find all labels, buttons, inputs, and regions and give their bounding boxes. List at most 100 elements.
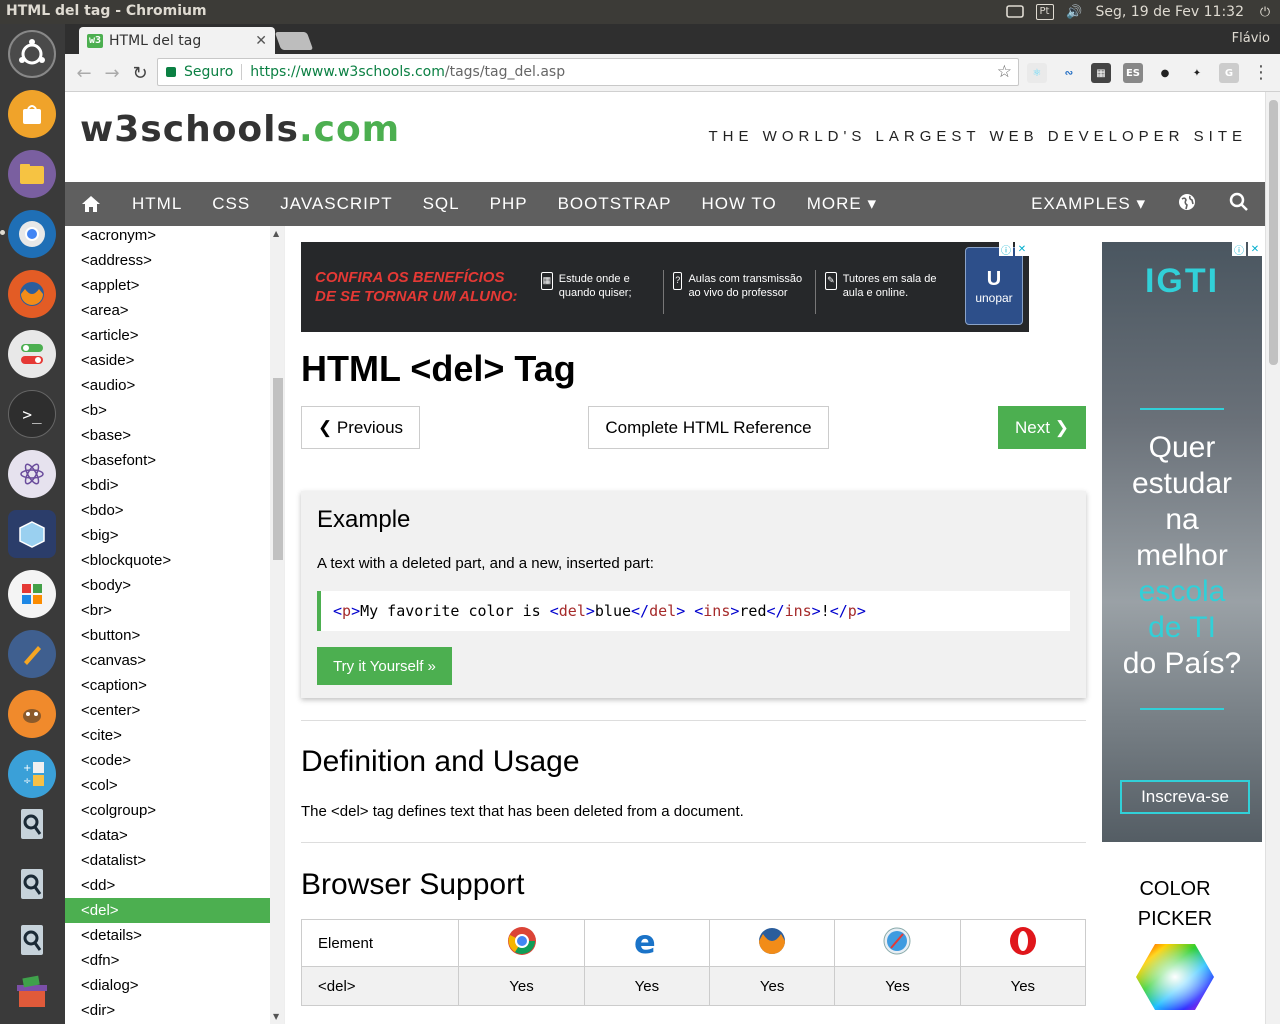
tab-html-del-tag[interactable]: w3 HTML del tag ✕ [79, 27, 275, 54]
sidebar-scrollbar[interactable]: ▲ ▼ [270, 226, 284, 1024]
software-center-icon[interactable] [8, 90, 56, 138]
color-picker-link[interactable]: COLOR PICKER [1115, 874, 1235, 1021]
inscreva-se-button[interactable]: Inscreva-se [1120, 780, 1250, 814]
globe-icon[interactable] [1161, 193, 1213, 216]
scroll-up-arrow-icon[interactable]: ▲ [273, 229, 279, 238]
trash-icon[interactable] [8, 968, 56, 1016]
ubuntu-dash-icon[interactable] [8, 30, 56, 78]
sidebar-item[interactable]: <details> [65, 923, 270, 948]
sidebar-item[interactable]: <dialog> [65, 973, 270, 998]
sidebar-item[interactable]: <base> [65, 423, 270, 448]
sidebar-item[interactable]: <canvas> [65, 648, 270, 673]
sidebar-item[interactable]: <blockquote> [65, 548, 270, 573]
nav-css[interactable]: CSS [197, 194, 265, 214]
sidebar-item[interactable]: <del> [65, 898, 270, 923]
reload-icon[interactable]: ↻ [129, 62, 151, 84]
sidebar-item[interactable]: <aside> [65, 348, 270, 373]
w3schools-logo[interactable]: w3schools.com [80, 109, 400, 150]
nav-php[interactable]: PHP [475, 194, 543, 214]
sidebar-item[interactable]: <article> [65, 323, 270, 348]
virtualbox-icon[interactable] [8, 510, 56, 558]
nav-examples[interactable]: EXAMPLES ▾ [1016, 194, 1161, 214]
try-it-yourself-button[interactable]: Try it Yourself » [317, 647, 452, 685]
tab-close-icon[interactable]: ✕ [255, 33, 267, 49]
chromium-icon[interactable] [8, 210, 56, 258]
calculator-icon[interactable]: + ÷ [8, 750, 56, 798]
sidebar-item[interactable]: <br> [65, 598, 270, 623]
ad-choices[interactable]: ⓘ ✕ [999, 242, 1029, 257]
volume-icon[interactable]: 🔊 [1066, 4, 1084, 20]
sidebar-item[interactable]: <bdo> [65, 498, 270, 523]
react-devtools-extension-icon[interactable]: ⚛ [1027, 63, 1047, 83]
back-arrow-icon[interactable]: ← [73, 62, 95, 84]
sidebar-item[interactable]: <data> [65, 823, 270, 848]
previous-button[interactable]: ❮ Previous [301, 406, 420, 449]
files-icon[interactable] [8, 150, 56, 198]
nav-how-to[interactable]: HOW TO [686, 194, 791, 214]
settings-toggle-icon[interactable] [8, 330, 56, 378]
gimp-icon[interactable] [8, 690, 56, 738]
atom-editor-icon[interactable] [8, 450, 56, 498]
sidebar-item[interactable]: <body> [65, 573, 270, 598]
clock[interactable]: Seg, 19 de Fev 11:32 [1096, 4, 1244, 20]
sidebar-item[interactable]: <applet> [65, 273, 270, 298]
es-extension-icon[interactable]: ES [1123, 63, 1143, 83]
document-viewer-icon-2[interactable] [8, 860, 56, 908]
sidebar-item[interactable]: <dir> [65, 998, 270, 1023]
sidebar-item[interactable]: <datalist> [65, 848, 270, 873]
nav-html[interactable]: HTML [117, 194, 197, 214]
sidebar-item[interactable]: <button> [65, 623, 270, 648]
browser-menu-icon[interactable]: ⋮ [1252, 62, 1270, 83]
apps-grid-icon[interactable] [8, 570, 56, 618]
pencil-editor-icon[interactable] [8, 630, 56, 678]
sidebar-item[interactable]: <area> [65, 298, 270, 323]
nav-javascript[interactable]: JAVASCRIPT [265, 194, 407, 214]
sidebar-item[interactable]: <bdi> [65, 473, 270, 498]
document-viewer-icon-1[interactable] [8, 800, 56, 848]
page-scrollbar[interactable] [1265, 92, 1280, 1024]
sidebar-item[interactable]: <big> [65, 523, 270, 548]
address-bar[interactable]: Seguro https://www.w3schools.com /tags/t… [157, 58, 1019, 86]
sidebar-item[interactable]: <colgroup> [65, 798, 270, 823]
wave-extension-icon[interactable]: ∾ [1059, 63, 1079, 83]
sidebar-item[interactable]: <dfn> [65, 948, 270, 973]
sidebar-item[interactable]: <acronym> [65, 226, 270, 248]
banner-ad-unopar[interactable]: CONFIRA OS BENEFÍCIOS DE SE TORNAR UM ALU… [301, 242, 1029, 332]
ad-choices[interactable]: ⓘ ✕ [1232, 242, 1262, 257]
profile-name[interactable]: Flávio [1232, 31, 1270, 46]
power-icon[interactable]: ⏻ [1256, 4, 1274, 20]
github-extension-icon[interactable]: ● [1155, 63, 1175, 83]
side-ad-igti[interactable]: IGTI Quer estudar na melhor escola de TI… [1102, 242, 1262, 842]
sidebar-item[interactable]: <center> [65, 698, 270, 723]
page-scroll-thumb[interactable] [1269, 100, 1278, 365]
bookmark-star-icon[interactable]: ☆ [997, 62, 1012, 82]
sidebar-item[interactable]: <address> [65, 248, 270, 273]
nav-sql[interactable]: SQL [408, 194, 475, 214]
nav-more[interactable]: MORE ▾ [792, 194, 892, 214]
sidebar-item[interactable]: <audio> [65, 373, 270, 398]
scroll-down-arrow-icon[interactable]: ▼ [273, 1012, 279, 1021]
display-icon[interactable] [1005, 4, 1024, 20]
keyboard-layout-indicator[interactable]: Pt [1035, 4, 1054, 20]
document-viewer-icon-3[interactable] [8, 916, 56, 964]
firefox-icon[interactable] [8, 270, 56, 318]
sidebar-item[interactable]: <code> [65, 748, 270, 773]
sidebar-item[interactable]: <b> [65, 398, 270, 423]
search-icon[interactable] [1213, 192, 1265, 217]
html-reference-button[interactable]: Complete HTML Reference [588, 406, 829, 449]
bird-extension-icon[interactable]: ✦ [1187, 63, 1207, 83]
sidebar-item[interactable]: <cite> [65, 723, 270, 748]
nav-bootstrap[interactable]: BOOTSTRAP [543, 194, 687, 214]
sidebar-scroll-thumb[interactable] [273, 378, 283, 560]
home-icon[interactable] [65, 182, 117, 226]
sidebar-item[interactable]: <dd> [65, 873, 270, 898]
terminal-icon[interactable]: >_ [8, 390, 56, 438]
forward-arrow-icon[interactable]: → [101, 62, 123, 84]
sidebar-item[interactable]: <col> [65, 773, 270, 798]
sidebar-item[interactable]: <basefont> [65, 448, 270, 473]
grammar-extension-icon[interactable]: G [1219, 63, 1239, 83]
sidebar-item[interactable]: <caption> [65, 673, 270, 698]
new-tab-button[interactable] [274, 32, 314, 50]
next-button[interactable]: Next ❯ [998, 406, 1086, 449]
grid-extension-icon[interactable]: ▦ [1091, 63, 1111, 83]
